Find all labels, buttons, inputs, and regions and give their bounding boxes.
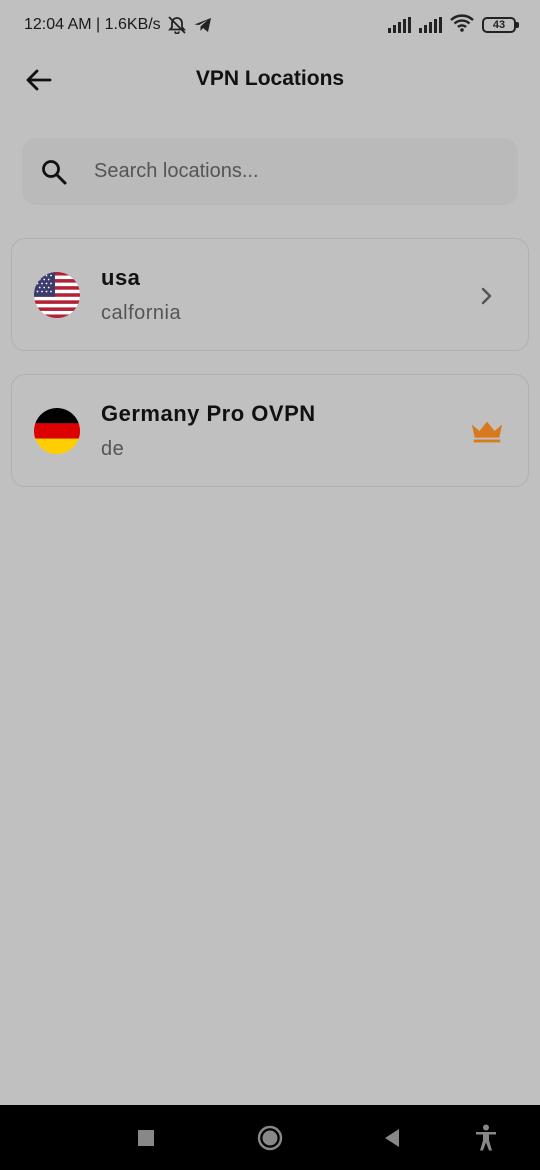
chevron-right-icon — [470, 281, 504, 311]
signal-icon-1 — [388, 17, 411, 33]
circle-icon — [257, 1125, 283, 1151]
triangle-left-icon — [385, 1129, 399, 1147]
search-bar[interactable] — [22, 138, 518, 205]
location-region: calfornia — [101, 302, 182, 324]
us-flag-icon — [34, 272, 80, 318]
location-card-germany[interactable]: Germany Pro OVPN de — [11, 374, 529, 487]
recents-button[interactable] — [131, 1123, 161, 1153]
location-region: de — [101, 438, 125, 460]
status-left: 12:04 AM | 1.6KB/s — [24, 16, 213, 35]
status-right: 43 — [388, 13, 519, 37]
de-flag-icon — [34, 408, 80, 454]
system-nav-bar — [0, 1105, 540, 1170]
location-name: usa — [101, 265, 141, 290]
square-icon — [138, 1130, 154, 1146]
telegram-icon — [193, 16, 213, 34]
search-input[interactable] — [94, 160, 474, 183]
home-button[interactable] — [255, 1123, 285, 1153]
battery-indicator: 43 — [482, 17, 519, 33]
crown-icon — [470, 417, 504, 447]
location-name: Germany Pro OVPN — [101, 401, 316, 426]
accessibility-icon — [476, 1124, 496, 1151]
wifi-icon — [450, 13, 474, 37]
page-title: VPN Locations — [195, 67, 345, 90]
status-time-speed: 12:04 AM | 1.6KB/s — [24, 16, 161, 33]
status-bar: 12:04 AM | 1.6KB/s 43 — [0, 0, 540, 50]
location-card-usa[interactable]: usa calfornia — [11, 238, 529, 351]
back-nav-button[interactable] — [377, 1123, 407, 1153]
signal-icon-2 — [419, 17, 442, 33]
accessibility-button[interactable] — [471, 1123, 501, 1153]
muted-bell-icon — [167, 16, 187, 35]
search-icon — [40, 158, 68, 186]
app-bar: VPN Locations — [0, 55, 540, 105]
